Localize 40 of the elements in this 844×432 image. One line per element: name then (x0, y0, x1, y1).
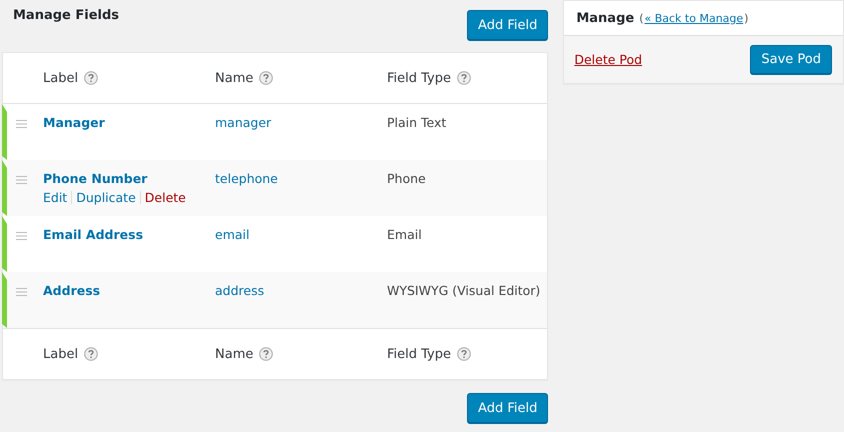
help-icon[interactable] (457, 347, 471, 361)
delete-link[interactable]: Delete (144, 190, 186, 205)
field-type: Phone (387, 171, 426, 186)
column-header: Name (215, 346, 254, 362)
field-type: Email (387, 227, 422, 242)
drag-handle-icon[interactable] (16, 176, 27, 184)
add-field-button[interactable]: Add Field (467, 393, 548, 423)
column-header: Field Type (387, 70, 451, 86)
parenthesis: ) (744, 12, 748, 24)
field-label-link[interactable]: Phone Number (43, 171, 215, 186)
panel-title: Manage (576, 10, 634, 26)
help-icon[interactable] (84, 71, 98, 85)
help-icon[interactable] (84, 347, 98, 361)
section-title: Manage Fields (13, 8, 120, 23)
field-label-link[interactable]: Email Address (43, 227, 215, 242)
back-link[interactable]: « Back to Manage (644, 12, 744, 24)
row-action-link[interactable]: Edit (43, 190, 68, 205)
column-header: Name (215, 70, 254, 86)
save-pod-button[interactable]: Save Pod (750, 45, 832, 74)
field-label-link[interactable]: Address (43, 283, 215, 298)
field-name: manager (215, 115, 272, 130)
drag-handle-icon[interactable] (16, 288, 27, 296)
field-type: Plain Text (387, 115, 446, 130)
column-header: Label (43, 346, 78, 362)
add-field-button[interactable]: Add Field (467, 10, 548, 40)
drag-handle-icon[interactable] (16, 120, 27, 128)
field-type: WYSIWYG (Visual Editor) (387, 283, 540, 298)
drag-handle-icon[interactable] (16, 232, 27, 240)
parenthesis: ( (639, 12, 644, 24)
field-name: email (215, 227, 250, 242)
column-header: Label (43, 70, 78, 86)
column-header: Field Type (387, 346, 451, 362)
field-name: telephone (215, 171, 278, 186)
help-icon[interactable] (259, 347, 274, 361)
help-icon[interactable] (259, 71, 274, 85)
help-icon[interactable] (457, 71, 471, 85)
field-label-link[interactable]: Manager (43, 115, 215, 130)
field-name: address (215, 283, 264, 298)
delete-pod-link[interactable]: Delete Pod (574, 52, 642, 67)
row-action-link[interactable]: Duplicate (76, 190, 136, 205)
